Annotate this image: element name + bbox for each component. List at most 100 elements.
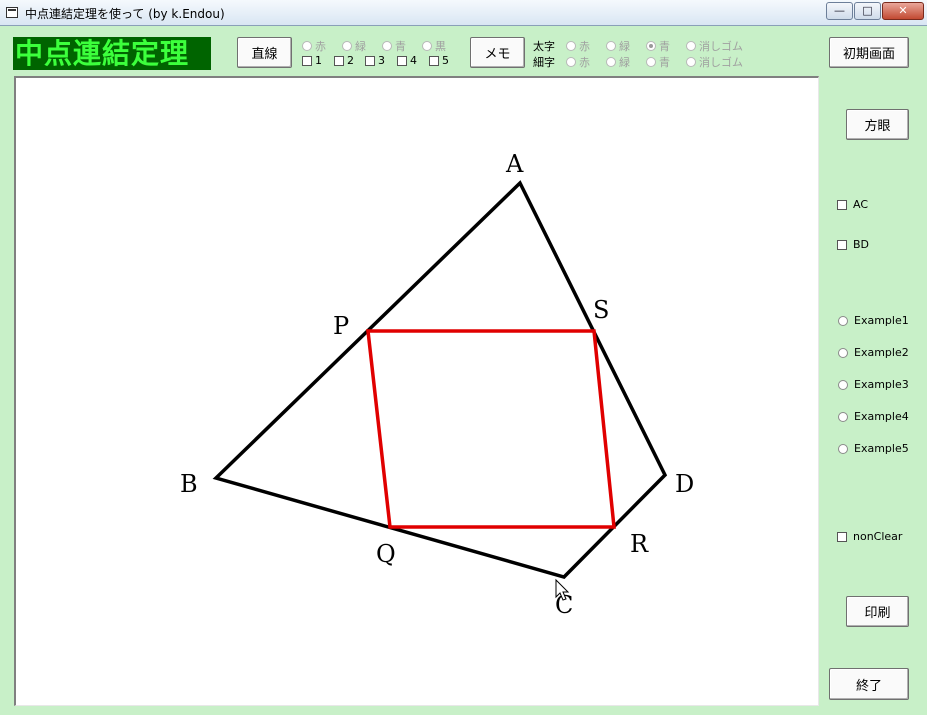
radio-icon — [838, 379, 848, 390]
checkbox-icon — [837, 239, 847, 250]
midpoint-label-s: S — [593, 296, 609, 324]
line-check-1[interactable]: 1 — [302, 54, 322, 67]
example-2[interactable]: Example2 — [838, 346, 909, 359]
line-check-4[interactable]: 4 — [397, 54, 417, 67]
example-5[interactable]: Example5 — [838, 442, 909, 455]
line-color-red[interactable]: 赤 — [302, 38, 326, 54]
radio-icon — [686, 41, 696, 51]
check-ac[interactable]: AC — [837, 198, 868, 211]
line-color-blue[interactable]: 青 — [382, 38, 406, 54]
option-label: Example3 — [854, 378, 909, 391]
vertex-label-d: D — [675, 470, 694, 498]
checkbox-icon — [429, 55, 439, 66]
radio-icon — [838, 411, 848, 422]
option-label: Example2 — [854, 346, 909, 359]
midpoint-label-r: R — [630, 530, 649, 558]
line-color-black[interactable]: 黒 — [422, 38, 446, 54]
option-label: 2 — [347, 54, 354, 67]
title-bar: 中点連結定理を使って (by k.Endou) — □ ✕ — [0, 0, 927, 26]
example-1[interactable]: Example1 — [838, 314, 909, 327]
thick-blue[interactable]: 青 — [646, 38, 670, 54]
close-button[interactable]: ✕ — [882, 2, 924, 20]
radio-icon — [838, 443, 848, 454]
option-label: 4 — [410, 54, 417, 67]
minimize-button[interactable]: — — [826, 2, 853, 20]
reset-button[interactable]: 初期画面 — [829, 37, 909, 68]
checkbox-icon — [397, 55, 407, 66]
grid-button[interactable]: 方眼 — [846, 109, 909, 140]
radio-icon — [838, 347, 848, 358]
vertex-label-a: A — [505, 150, 524, 178]
radio-icon — [302, 41, 312, 51]
option-label: 青 — [395, 40, 406, 53]
print-button[interactable]: 印刷 — [846, 596, 909, 627]
option-label: 5 — [442, 54, 449, 67]
vertex-label-b: B — [180, 470, 198, 498]
radio-icon — [686, 57, 696, 67]
radio-icon — [422, 41, 432, 51]
figure-svg: A B C D P Q R S — [180, 150, 694, 619]
app-icon — [6, 7, 18, 18]
option-label: 消しゴム — [699, 56, 743, 69]
example-3[interactable]: Example3 — [838, 378, 909, 391]
window-title: 中点連結定理を使って (by k.Endou) — [25, 7, 225, 21]
option-label: 緑 — [619, 56, 630, 69]
line-check-5[interactable]: 5 — [429, 54, 449, 67]
example-4[interactable]: Example4 — [838, 410, 909, 423]
thin-label: 細字 — [533, 56, 555, 69]
checkbox-icon — [334, 55, 344, 66]
option-label: 緑 — [355, 40, 366, 53]
option-label: 緑 — [619, 40, 630, 53]
option-label: AC — [853, 198, 869, 211]
midpoint-label-p: P — [333, 312, 349, 340]
radio-icon — [606, 57, 616, 67]
option-label: 青 — [659, 40, 670, 53]
option-label: Example4 — [854, 410, 909, 423]
option-label: 青 — [659, 56, 670, 69]
line-check-3[interactable]: 3 — [365, 54, 385, 67]
option-label: 黒 — [435, 40, 446, 53]
line-color-green[interactable]: 緑 — [342, 38, 366, 54]
option-label: 3 — [378, 54, 385, 67]
option-label: BD — [853, 238, 870, 251]
thick-label: 太字 — [533, 40, 555, 53]
thick-red[interactable]: 赤 — [566, 38, 590, 54]
radio-icon — [646, 57, 656, 67]
option-label: nonClear — [853, 530, 903, 543]
checkbox-icon — [837, 531, 847, 542]
midpoint-label-q: Q — [376, 540, 396, 568]
nonclear-check[interactable]: nonClear — [837, 530, 902, 543]
radio-icon — [606, 41, 616, 51]
midpoint-parallelogram — [366, 329, 616, 529]
checkbox-icon — [837, 199, 847, 210]
radio-selected-icon — [646, 41, 656, 51]
exit-button[interactable]: 終了 — [829, 668, 909, 700]
option-label: Example5 — [854, 442, 909, 455]
app-heading: 中点連結定理 — [13, 37, 211, 70]
check-bd[interactable]: BD — [837, 238, 869, 251]
radio-icon — [382, 41, 392, 51]
checkbox-icon — [302, 55, 312, 66]
radio-icon — [838, 315, 848, 326]
maximize-button[interactable]: □ — [854, 2, 881, 20]
checkbox-icon — [365, 55, 375, 66]
option-label: Example1 — [854, 314, 909, 327]
memo-button[interactable]: メモ — [470, 37, 525, 68]
line-button[interactable]: 直線 — [237, 37, 292, 68]
line-check-2[interactable]: 2 — [334, 54, 354, 67]
option-label: 赤 — [579, 56, 590, 69]
option-label: 赤 — [315, 40, 326, 53]
thin-blue[interactable]: 青 — [646, 54, 670, 70]
option-label: 1 — [315, 54, 322, 67]
option-label: 赤 — [579, 40, 590, 53]
radio-icon — [342, 41, 352, 51]
radio-icon — [566, 57, 576, 67]
thin-eraser[interactable]: 消しゴム — [686, 54, 743, 70]
thick-eraser[interactable]: 消しゴム — [686, 38, 743, 54]
radio-icon — [566, 41, 576, 51]
option-label: 消しゴム — [699, 40, 743, 53]
thin-red[interactable]: 赤 — [566, 54, 590, 70]
drawing-canvas[interactable]: A B C D P Q R S — [14, 76, 819, 706]
thin-green[interactable]: 緑 — [606, 54, 630, 70]
thick-green[interactable]: 緑 — [606, 38, 630, 54]
